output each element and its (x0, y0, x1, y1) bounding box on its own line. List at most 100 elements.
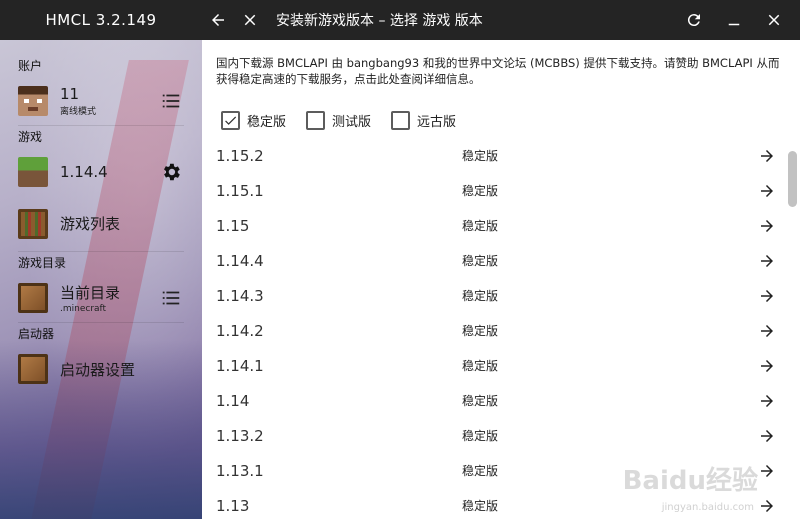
crafting-table-icon (18, 283, 48, 313)
version-row[interactable]: 1.15.2 稳定版 (202, 138, 786, 173)
arrow-right-icon (761, 254, 773, 267)
filter-label: 远古版 (417, 114, 457, 130)
arrow-right-icon (761, 429, 773, 442)
arrow-right-icon (761, 289, 773, 302)
current-version-label: 1.14.4 (60, 163, 108, 181)
version-number: 1.13 (216, 496, 250, 515)
grass-block-icon (18, 157, 48, 187)
avatar (18, 86, 48, 116)
filter-old[interactable]: 远古版 (391, 110, 457, 130)
arrow-right-icon (761, 499, 773, 512)
scrollbar[interactable] (788, 150, 797, 518)
filter-stable[interactable]: 稳定版 (221, 110, 287, 130)
select-version-button[interactable] (756, 180, 778, 202)
version-row[interactable]: 1.13.2 稳定版 (202, 418, 786, 453)
filter-label: 稳定版 (247, 114, 287, 130)
sidebar-item-launcher-settings[interactable]: 启动器设置 (0, 345, 202, 393)
version-number: 1.15.1 (216, 181, 264, 200)
arrow-right-icon (761, 394, 773, 407)
window-close-icon (768, 14, 780, 26)
arrow-right-icon (761, 149, 773, 162)
download-source-notice[interactable]: 国内下载源 BMCLAPI 由 bangbang93 和我的世界中文论坛 (MC… (202, 40, 800, 102)
version-number: 1.14 (216, 391, 250, 410)
arrow-right-icon (761, 324, 773, 337)
sidebar-item-version[interactable]: 1.14.4 (0, 148, 202, 196)
version-type: 稳定版 (462, 464, 499, 478)
minimize-icon (728, 23, 740, 26)
sidebar-item-directory[interactable]: 当前目录 .minecraft (0, 274, 202, 322)
page-title: 安装新游戏版本 – 选择 游戏 版本 (276, 13, 483, 29)
arrow-right-icon (761, 184, 773, 197)
crafting-table-icon (18, 354, 48, 384)
version-type: 稳定版 (462, 184, 499, 198)
minimize-button[interactable] (714, 0, 754, 40)
select-version-button[interactable] (756, 495, 778, 517)
launcher-settings-label: 启动器设置 (60, 360, 136, 379)
section-label-game-dir: 游戏目录 (18, 256, 67, 270)
account-name: 11 (60, 85, 80, 103)
refresh-button[interactable] (674, 0, 714, 40)
version-number: 1.15.2 (216, 146, 264, 165)
version-row[interactable]: 1.15 稳定版 (202, 208, 786, 243)
checkbox[interactable] (306, 110, 326, 130)
select-version-button[interactable] (756, 355, 778, 377)
account-mode: 离线模式 (60, 107, 97, 117)
sidebar-item-game-list[interactable]: 游戏列表 (0, 196, 202, 251)
app-title: HMCL 3.2.149 (45, 11, 157, 29)
version-type: 稳定版 (462, 324, 499, 338)
select-version-button[interactable] (756, 390, 778, 412)
section-label-launcher: 启动器 (18, 327, 55, 341)
select-version-button[interactable] (756, 250, 778, 272)
filter-label: 测试版 (332, 114, 372, 130)
select-version-button[interactable] (756, 285, 778, 307)
version-row[interactable]: 1.14.2 稳定版 (202, 313, 786, 348)
arrow-right-icon (761, 359, 773, 372)
account-list-button[interactable] (160, 90, 182, 112)
list-icon (162, 94, 180, 108)
bookshelf-icon (18, 208, 48, 239)
close-page-button[interactable] (234, 0, 266, 40)
section-label-account: 账户 (18, 59, 43, 73)
version-type: 稳定版 (462, 254, 499, 268)
version-type: 稳定版 (462, 499, 499, 513)
watermark: Baidu经验 (622, 466, 758, 496)
select-version-button[interactable] (756, 145, 778, 167)
version-number: 1.14.3 (216, 286, 264, 305)
close-icon (244, 14, 256, 26)
sidebar: 账户 11 离线模式 游戏 1.14.4 游戏列表 游戏目录 当前目录 .min… (0, 40, 202, 519)
window-close-button[interactable] (754, 0, 794, 40)
select-version-button[interactable] (756, 320, 778, 342)
refresh-icon (687, 14, 700, 27)
back-button[interactable] (202, 0, 234, 40)
directory-label: 当前目录 (60, 284, 121, 302)
directory-list-button[interactable] (160, 287, 182, 309)
checkbox[interactable] (391, 110, 411, 130)
select-version-button[interactable] (756, 425, 778, 447)
version-row[interactable]: 1.14.1 稳定版 (202, 348, 786, 383)
version-type: 稳定版 (462, 359, 499, 373)
filter-snapshot[interactable]: 测试版 (306, 110, 372, 130)
scrollbar-thumb[interactable] (788, 151, 797, 207)
watermark-url: jingyan.baidu.com (661, 502, 754, 513)
version-filters: 稳定版 测试版 远古版 (202, 102, 800, 138)
checkbox[interactable] (221, 110, 240, 130)
version-row[interactable]: 1.15.1 稳定版 (202, 173, 786, 208)
version-row[interactable]: 1.14.4 稳定版 (202, 243, 786, 278)
game-list-label: 游戏列表 (60, 215, 121, 233)
title-bar: HMCL 3.2.149 安装新游戏版本 – 选择 游戏 版本 (0, 0, 800, 40)
version-number: 1.14.1 (216, 356, 264, 375)
version-number: 1.13.1 (216, 461, 264, 480)
version-type: 稳定版 (462, 149, 499, 163)
version-settings-button[interactable] (160, 161, 182, 183)
version-row[interactable]: 1.14 稳定版 (202, 383, 786, 418)
arrow-right-icon (761, 219, 773, 232)
gear-icon (164, 163, 180, 181)
version-type: 稳定版 (462, 394, 499, 408)
version-row[interactable]: 1.14.3 稳定版 (202, 278, 786, 313)
version-number: 1.15 (216, 216, 250, 235)
select-version-button[interactable] (756, 215, 778, 237)
check-icon (225, 116, 237, 125)
version-select-panel: 国内下载源 BMCLAPI 由 bangbang93 和我的世界中文论坛 (MC… (202, 40, 800, 519)
sidebar-item-account[interactable]: 11 离线模式 (0, 77, 202, 125)
select-version-button[interactable] (756, 460, 778, 482)
